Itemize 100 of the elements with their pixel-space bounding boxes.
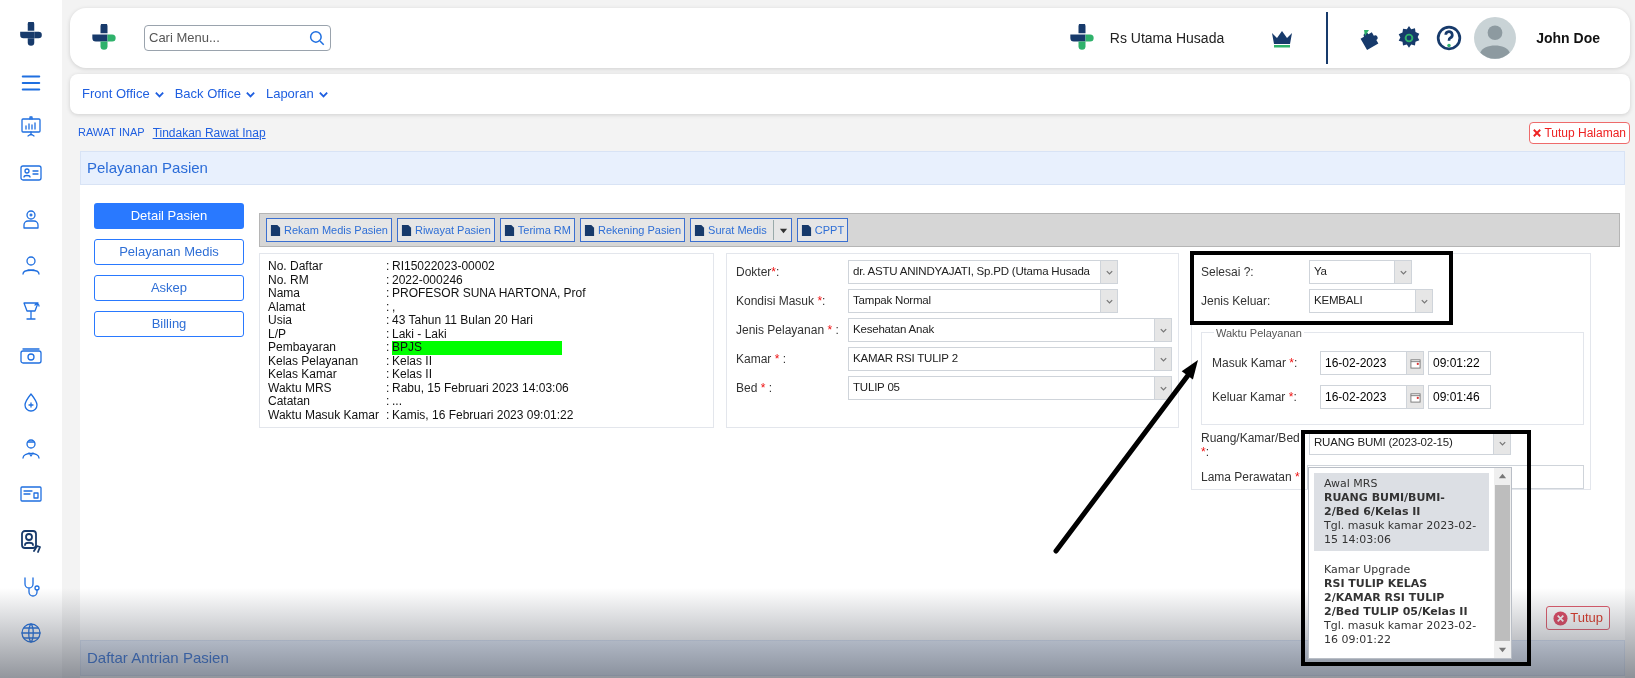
info-label: L/P (268, 327, 287, 341)
logo-icon (90, 24, 118, 52)
select-field[interactable]: KAMAR RSI TULIP 2 (848, 347, 1172, 371)
select-field[interactable]: Kesehatan Anak (848, 318, 1172, 342)
menu-tab[interactable]: Back Office (174, 84, 256, 104)
info-label: Pembayaran (268, 341, 338, 355)
field-label: Keluar Kamar *: (1212, 389, 1298, 406)
info-value: RI15022023-00002 (392, 260, 495, 274)
document-icon (270, 223, 281, 237)
toolbar-button[interactable]: Rekam Medis Pasien (266, 218, 392, 242)
info-value: Kelas II (392, 354, 433, 368)
select-field[interactable]: Tampak Normal (848, 289, 1118, 313)
field-label: Jenis Keluar: (1201, 293, 1272, 310)
info-value: 43 Tahun 11 Bulan 20 Hari (392, 314, 533, 328)
info-separator: : (386, 341, 391, 355)
info-label: Kelas Pelayanan (268, 354, 360, 368)
info-label: Waktu MRS (268, 381, 333, 395)
search-bar[interactable]: Cari Menu... (144, 25, 331, 51)
arrow-up-icon (1498, 472, 1507, 481)
menu-tab[interactable]: Front Office (82, 84, 165, 104)
dropdown-option[interactable]: Awal MRS RUANG BUMI/BUMI-2/Bed 6/Kelas II Tgl. masuk kamar 2023-02-15 14:03:06 (1314, 473, 1489, 551)
document-icon (400, 223, 412, 237)
document-icon (800, 223, 812, 237)
toolbar-button[interactable]: Riwayat Pasien (396, 218, 495, 242)
scrollbar[interactable] (1494, 468, 1511, 658)
toolbar-button[interactable]: Surat Medis (690, 218, 792, 242)
person-hand-icon[interactable] (19, 529, 43, 553)
date-field[interactable]: 16-02-2023 (1320, 385, 1424, 409)
help-icon[interactable] (1436, 25, 1463, 51)
globe-icon[interactable] (19, 621, 43, 645)
select-field[interactable]: TULIP 05 (848, 376, 1172, 400)
option-caption: Kamar Upgrade (1324, 563, 1412, 577)
info-label: Waktu Masuk Kamar (268, 408, 380, 422)
hospital-name: Rs Utama Husada (1109, 28, 1225, 48)
close-icon (1533, 128, 1542, 137)
info-label: Catatan (268, 395, 312, 409)
document-icon (503, 223, 515, 237)
menu-tab[interactable]: Laporan (265, 84, 329, 104)
option-caption: Awal MRS (1324, 477, 1379, 491)
avatar-icon[interactable] (1474, 17, 1517, 59)
queue-title: Daftar Antrian Pasien (87, 647, 229, 668)
chart-board-icon[interactable] (19, 115, 43, 139)
arrow-down-icon (1498, 645, 1507, 654)
option-title: RUANG BUMI/BUMI-2/Bed 6/Kelas II (1324, 491, 1446, 519)
select-field[interactable]: Ya (1309, 260, 1412, 284)
toolbar-button[interactable]: Terima RM (499, 218, 575, 242)
side-tab[interactable]: Pelayanan Medis (94, 239, 244, 265)
field-label: Bed * : (736, 380, 774, 397)
info-value: BPJS (392, 341, 562, 355)
info-value: Rabu, 15 Februari 2023 14:03:06 (392, 381, 569, 395)
document-icon (583, 223, 595, 237)
breadcrumb-link[interactable]: Tindakan Rawat Inap (152, 123, 266, 142)
option-title: RSI TULIP KELAS 2/KAMAR RSI TULIP 2/Bed TULIP 05/Kelas II (1324, 577, 1469, 619)
info-separator: : (386, 354, 391, 368)
info-separator: : (386, 260, 391, 274)
info-value: 2022-000246 (392, 273, 463, 287)
info-value: , (392, 300, 396, 314)
search-icon (308, 29, 326, 47)
info-value: Laki - Laki (392, 327, 447, 341)
select-field[interactable]: dr. ASTU ANINDYAJATI, Sp.PD (Utama Husada (848, 260, 1118, 284)
side-tab[interactable]: Detail Pasien (94, 203, 244, 229)
info-separator: : (386, 327, 391, 341)
field-label: Masuk Kamar *: (1212, 355, 1299, 372)
side-tab[interactable]: Billing (94, 311, 244, 337)
info-separator: : (386, 408, 391, 422)
field-label: Lama Perawatan * (1201, 469, 1301, 486)
calendar-icon (1409, 391, 1421, 403)
info-label: No. Daftar (268, 260, 324, 274)
close-icon (1553, 610, 1569, 626)
info-label: Usia (268, 314, 293, 328)
info-value: Kelas II (392, 368, 433, 382)
option-date: Tgl. masuk kamar 2023-02-15 14:03:06 (1324, 519, 1478, 547)
close-button[interactable]: Tutup (1546, 606, 1610, 630)
logo-icon (18, 22, 44, 48)
field-label: Ruang/Kamar/Bed *: (1201, 431, 1301, 459)
date-field[interactable]: 16-02-2023 (1320, 351, 1424, 375)
info-separator: : (386, 287, 391, 301)
search-field[interactable]: Cari Menu... (149, 28, 308, 48)
field-label: Kondisi Masuk *: (736, 293, 827, 310)
info-separator: : (386, 368, 391, 382)
select-field[interactable]: KEMBALI (1309, 289, 1433, 313)
breadcrumb-section: RAWAT INAP (78, 124, 145, 141)
toolbar-button[interactable]: CPPT (796, 218, 849, 242)
panel-title: Pelayanan Pasien (87, 157, 208, 178)
time-field[interactable]: 09:01:22 (1428, 351, 1491, 375)
toolbar-button[interactable]: Rekening Pasien (579, 218, 686, 242)
info-value: Kamis, 16 Februari 2023 09:01:22 (392, 408, 574, 422)
time-field[interactable]: 09:01:46 (1428, 385, 1491, 409)
logo-icon (1067, 24, 1096, 52)
side-tab[interactable]: Askep (94, 275, 244, 301)
document-icon (694, 223, 706, 237)
info-value: PROFESOR SUNA HARTONA, Prof (392, 287, 586, 301)
field-label: Jenis Pelayanan * : (736, 322, 840, 339)
close-page-button[interactable]: Tutup Halaman (1529, 121, 1630, 144)
field-label: Selesai ?: (1201, 264, 1255, 281)
option-date: Tgl. masuk kamar 2023-02-16 09:01:22 (1324, 619, 1478, 647)
info-separator: : (386, 395, 391, 409)
info-separator: : (386, 273, 391, 287)
dropdown-option[interactable]: Kamar Upgrade RSI TULIP KELAS 2/KAMAR RSI TULIP 2/Bed TULIP 05/Kelas II Tgl. masuk kamar 2023-02-16 09:01:22 (1314, 559, 1489, 651)
info-separator: : (386, 300, 391, 314)
